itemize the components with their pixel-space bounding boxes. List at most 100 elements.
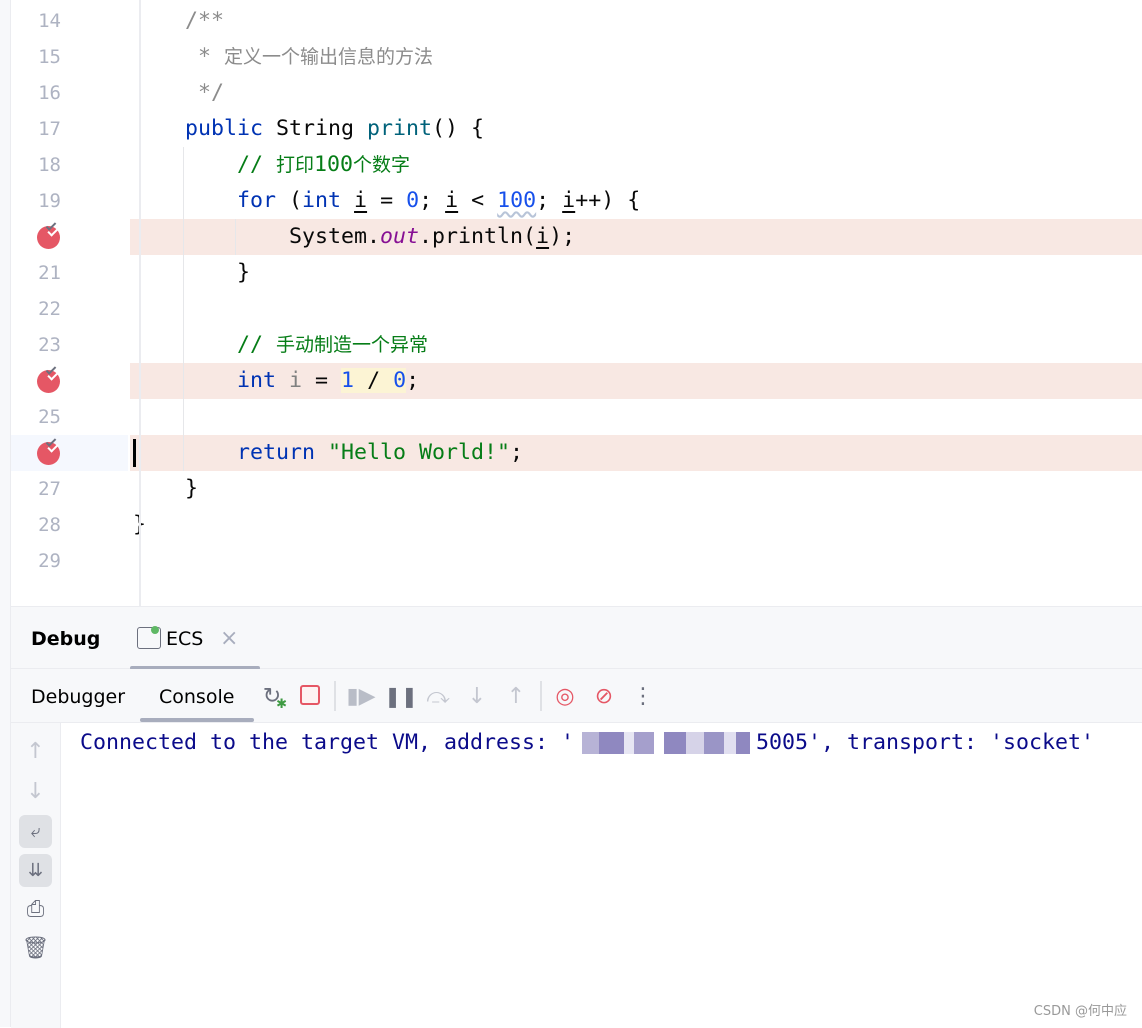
code-line[interactable]: 14 /** [11, 3, 1142, 39]
code-line[interactable]: 18 // 打印100个数字 [11, 147, 1142, 183]
code-token: */ [133, 80, 225, 105]
left-tool-strip [0, 0, 11, 1027]
code-token: 1 [341, 368, 355, 393]
code-token: ( [289, 188, 303, 213]
pause-icon[interactable]: ❚❚ [384, 683, 418, 709]
debug-toolbar: Debugger Console ↻ ✱ ▮▶ ❚❚ ⤼ ↓ ↑ ◎ ⊘ ⋮ [11, 669, 1142, 723]
code-token: / [354, 368, 394, 393]
console-output[interactable]: Connected to the target VM, address: ' 50… [80, 725, 1094, 761]
line-number: 16 [38, 82, 61, 104]
code-editor[interactable]: 14 /** 15 * 定义一个输出信息的方法 16 */17 public Str… [11, 0, 1142, 606]
step-into-icon[interactable]: ↓ [464, 683, 490, 709]
code-text: * 定义一个输出信息的方法 [133, 39, 433, 75]
code-token: () { [432, 116, 485, 141]
gutter-divider [139, 0, 141, 606]
tab-ecs[interactable]: ECS × [130, 607, 260, 671]
code-line[interactable]: System.out.println(i); [11, 219, 1142, 255]
indent-guide [235, 219, 236, 255]
code-token: } [133, 260, 251, 285]
code-line[interactable]: 22 [11, 291, 1142, 327]
code-token: .println( [419, 224, 537, 249]
stop-icon[interactable] [300, 685, 320, 705]
line-number: 19 [38, 190, 61, 212]
watermark: CSDN @何中应 [1033, 1004, 1127, 1019]
code-line[interactable]: 23 // 手动制造一个异常 [11, 327, 1142, 363]
code-token: int [133, 368, 290, 393]
indent-guide [183, 363, 184, 399]
code-text: System.out.println(i); [133, 219, 575, 255]
code-text: // 打印100个数字 [133, 147, 410, 183]
console-side-toolbar: ↑ ↓ ⤶ ⇊ ⎙ 🗑 [11, 723, 61, 1028]
print-icon[interactable]: ⎙ [19, 893, 52, 926]
soft-wrap-icon[interactable]: ⤶ [19, 815, 52, 848]
rerun-debug-icon[interactable]: ↻ ✱ [259, 683, 287, 713]
more-icon[interactable]: ⋮ [630, 683, 656, 709]
code-token: i [562, 188, 576, 213]
code-token: 100 [497, 188, 537, 213]
indent-guide [183, 399, 184, 435]
step-over-icon[interactable]: ⤼ [425, 683, 451, 709]
clear-all-icon[interactable]: 🗑 [19, 932, 52, 965]
code-token: // [133, 332, 277, 357]
code-line[interactable]: 29 [11, 543, 1142, 579]
indent-guide [183, 183, 184, 219]
console-tab-underline [140, 718, 254, 722]
code-token: 0 [393, 368, 407, 393]
code-line[interactable]: 25 [11, 399, 1142, 435]
scroll-down-icon[interactable]: ↓ [19, 775, 52, 808]
code-line[interactable]: 27 } [11, 471, 1142, 507]
line-number: 28 [38, 514, 61, 536]
code-text: return "Hello World!"; [133, 435, 523, 471]
tab-console[interactable]: Console [159, 669, 234, 723]
code-text: // 手动制造一个异常 [133, 327, 428, 363]
line-number: 23 [38, 334, 61, 356]
view-breakpoints-icon[interactable]: ◎ [552, 683, 578, 709]
line-number: 17 [38, 118, 61, 140]
code-token: ++) { [575, 188, 641, 213]
code-token: i [354, 188, 368, 213]
code-token: 0 [406, 188, 420, 213]
code-line[interactable]: 28} [11, 507, 1142, 543]
code-token: out [380, 224, 420, 249]
scroll-to-end-icon[interactable]: ⇊ [19, 854, 52, 887]
code-token: i [536, 224, 550, 249]
code-line[interactable]: 16 */ [11, 75, 1142, 111]
code-token: print [367, 116, 433, 141]
code-token: int [302, 188, 355, 213]
running-indicator-icon [151, 626, 159, 634]
code-token: 打印 [276, 154, 315, 176]
code-line[interactable]: return "Hello World!"; [11, 435, 1142, 471]
code-text: } [133, 255, 250, 291]
code-line[interactable]: 19 for (int i = 0; i < 100; i++) { [11, 183, 1142, 219]
code-line[interactable]: 17 public String print() { [11, 111, 1142, 147]
code-token: /** [133, 8, 225, 33]
line-number: 15 [38, 46, 61, 68]
tab-debugger[interactable]: Debugger [31, 669, 125, 723]
line-number: 29 [38, 550, 61, 572]
code-text: public String print() { [133, 111, 484, 147]
resume-icon[interactable]: ▮▶ [346, 683, 375, 709]
indent-guide [183, 255, 184, 291]
code-line[interactable]: int i = 1 / 0; [11, 363, 1142, 399]
step-out-icon[interactable]: ↑ [503, 683, 529, 709]
code-text: } [133, 471, 198, 507]
debug-panel: Debug ECS × Debugger Console ↻ ✱ ▮▶ ❚❚ ⤼ … [11, 606, 1142, 1028]
code-token: String [276, 116, 368, 141]
code-line[interactable]: 15 * 定义一个输出信息的方法 [11, 39, 1142, 75]
mute-breakpoints-icon[interactable]: ⊘ [591, 683, 617, 709]
code-token: ; [419, 188, 446, 213]
toolbar-separator [334, 681, 336, 711]
code-token: 100 [314, 152, 354, 177]
line-number: 21 [38, 262, 61, 284]
code-line[interactable]: 21 } [11, 255, 1142, 291]
code-text: */ [133, 75, 224, 111]
scroll-up-icon[interactable]: ↑ [19, 735, 52, 768]
indent-guide [183, 327, 184, 363]
close-icon[interactable]: × [220, 607, 238, 671]
code-token: ; [536, 188, 563, 213]
code-text: int i = 1 / 0; [133, 363, 419, 399]
code-token: } [133, 476, 199, 501]
code-token: return [133, 440, 329, 465]
code-token: = [367, 188, 407, 213]
code-token: < [458, 188, 498, 213]
